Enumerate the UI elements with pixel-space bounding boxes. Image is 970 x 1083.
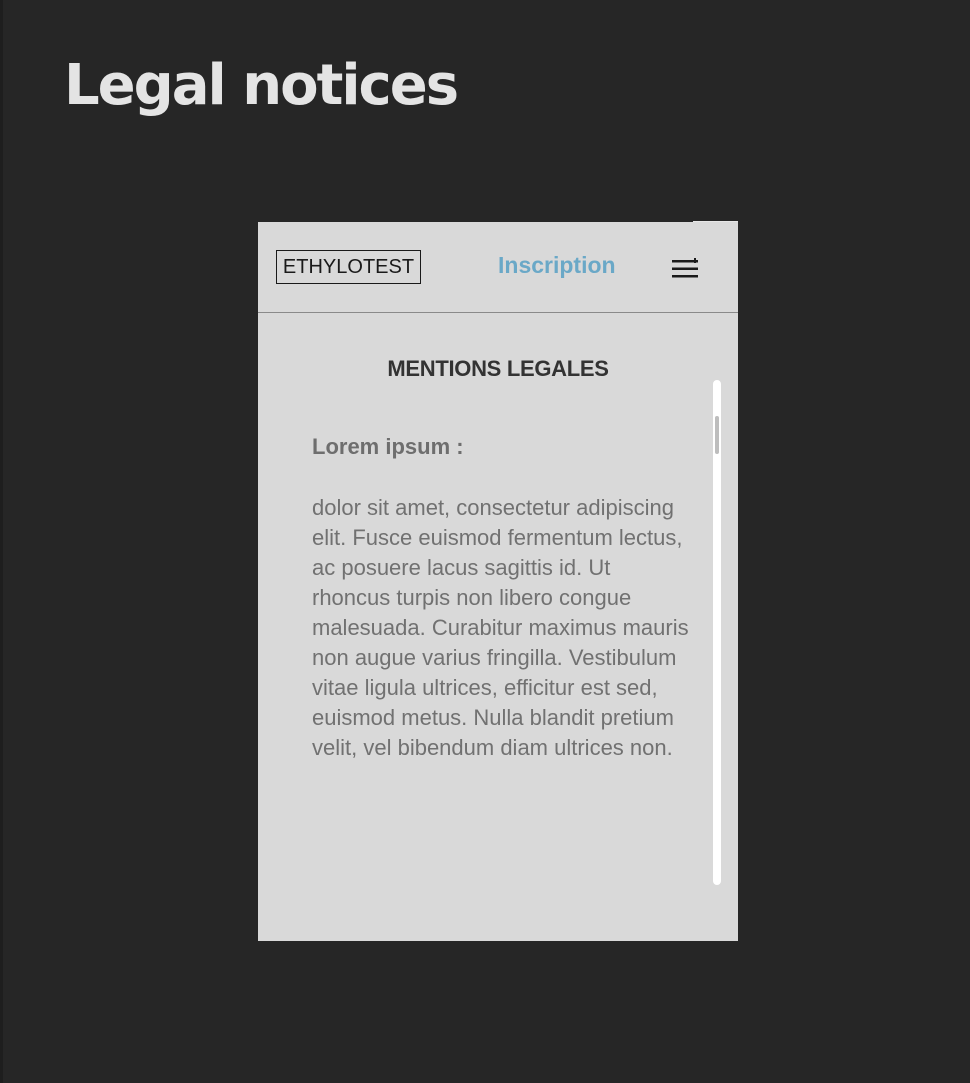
legal-body-text: dolor sit amet, consectetur adipiscing e… bbox=[312, 495, 689, 760]
app-header: ETHYLOTEST Inscription bbox=[258, 222, 738, 313]
scrollbar-thumb[interactable] bbox=[715, 416, 719, 454]
canvas-edge bbox=[0, 0, 3, 1083]
mobile-frame: ETHYLOTEST Inscription MENTIONS LEGALES … bbox=[258, 222, 738, 941]
section-title: MENTIONS LEGALES bbox=[387, 356, 609, 381]
hamburger-menu-icon[interactable] bbox=[671, 258, 701, 280]
page-title: Legal notices bbox=[64, 53, 459, 118]
scrollbar-track[interactable] bbox=[713, 380, 721, 885]
content-subheading: Lorem ipsum : bbox=[312, 434, 464, 459]
logo[interactable]: ETHYLOTEST bbox=[276, 250, 421, 284]
hamburger-menu-icon-glyph bbox=[672, 258, 698, 278]
signup-link[interactable]: Inscription bbox=[498, 252, 616, 279]
